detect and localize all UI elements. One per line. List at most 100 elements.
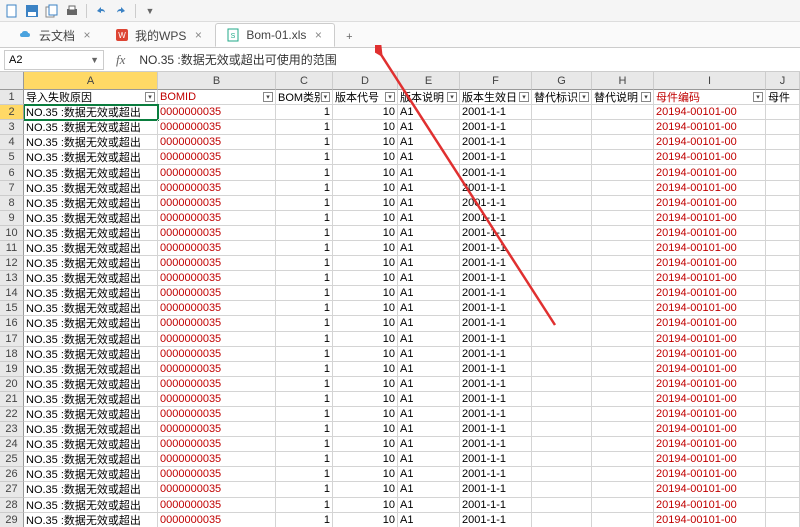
row-header[interactable]: 8 [0, 196, 24, 211]
filter-dropdown-icon[interactable]: ▾ [145, 92, 155, 102]
cell[interactable]: 1 [276, 452, 333, 467]
cell[interactable]: 0000000035 [158, 407, 276, 422]
cell[interactable]: 1 [276, 165, 333, 180]
cell[interactable]: 20194-00101-00 [654, 316, 766, 331]
cell[interactable]: 2001-1-1 [460, 271, 532, 286]
column-header-D[interactable]: D [333, 72, 398, 90]
cell[interactable]: 2001-1-1 [460, 181, 532, 196]
cell[interactable]: 20194-00101-00 [654, 467, 766, 482]
filter-dropdown-icon[interactable]: ▾ [579, 92, 589, 102]
cell[interactable]: A1 [398, 347, 460, 362]
cell[interactable] [532, 513, 592, 527]
cell[interactable]: 2001-1-1 [460, 135, 532, 150]
cell[interactable]: 10 [333, 120, 398, 135]
cell[interactable]: 0000000035 [158, 271, 276, 286]
formula-input[interactable]: NO.35 :数据无效或超出可使用的范围 [133, 51, 800, 68]
cell[interactable]: A1 [398, 286, 460, 301]
cell[interactable] [766, 332, 800, 347]
cell[interactable]: 2001-1-1 [460, 377, 532, 392]
cell[interactable]: 1 [276, 181, 333, 196]
cell[interactable]: NO.35 :数据无效或超出 [24, 271, 158, 286]
column-header-J[interactable]: J [766, 72, 800, 90]
cell[interactable] [766, 347, 800, 362]
cell[interactable]: 2001-1-1 [460, 226, 532, 241]
cell[interactable]: A1 [398, 120, 460, 135]
cell[interactable]: 20194-00101-00 [654, 452, 766, 467]
cell[interactable] [766, 362, 800, 377]
cell[interactable] [592, 467, 654, 482]
cell[interactable]: A1 [398, 377, 460, 392]
cell[interactable]: 1 [276, 482, 333, 497]
cell[interactable] [592, 181, 654, 196]
cell[interactable]: 10 [333, 498, 398, 513]
cell[interactable]: 10 [333, 241, 398, 256]
cell[interactable]: 10 [333, 301, 398, 316]
cell[interactable] [766, 165, 800, 180]
cell[interactable]: 0000000035 [158, 241, 276, 256]
cell[interactable]: A1 [398, 271, 460, 286]
cell[interactable]: 2001-1-1 [460, 165, 532, 180]
row-header[interactable]: 26 [0, 467, 24, 482]
cell[interactable]: 1 [276, 211, 333, 226]
cell[interactable]: 2001-1-1 [460, 407, 532, 422]
cell[interactable]: A1 [398, 105, 460, 120]
cell[interactable]: 1 [276, 120, 333, 135]
cell[interactable]: NO.35 :数据无效或超出 [24, 165, 158, 180]
cell[interactable]: 10 [333, 150, 398, 165]
dropdown-icon[interactable]: ▼ [142, 3, 158, 19]
cell[interactable] [592, 286, 654, 301]
cell[interactable]: 2001-1-1 [460, 211, 532, 226]
row-header[interactable]: 29 [0, 513, 24, 527]
cell[interactable]: 0000000035 [158, 196, 276, 211]
cell[interactable]: 0000000035 [158, 181, 276, 196]
cell[interactable] [532, 150, 592, 165]
cell[interactable]: NO.35 :数据无效或超出 [24, 181, 158, 196]
cell[interactable]: 10 [333, 196, 398, 211]
save-icon[interactable] [24, 3, 40, 19]
cell[interactable] [532, 422, 592, 437]
cell[interactable] [592, 347, 654, 362]
cell[interactable]: NO.35 :数据无效或超出 [24, 120, 158, 135]
cell[interactable] [766, 271, 800, 286]
cell[interactable]: 0000000035 [158, 286, 276, 301]
cell[interactable] [532, 347, 592, 362]
cell[interactable]: A1 [398, 452, 460, 467]
cell[interactable] [532, 437, 592, 452]
cell[interactable]: 10 [333, 332, 398, 347]
cell[interactable] [592, 135, 654, 150]
column-header-F[interactable]: F [460, 72, 532, 90]
cell[interactable] [592, 316, 654, 331]
cell[interactable] [532, 271, 592, 286]
cell[interactable] [532, 377, 592, 392]
cell[interactable]: 0000000035 [158, 452, 276, 467]
cell[interactable] [766, 392, 800, 407]
cell[interactable]: 10 [333, 422, 398, 437]
cell[interactable]: NO.35 :数据无效或超出 [24, 196, 158, 211]
cell[interactable]: NO.35 :数据无效或超出 [24, 105, 158, 120]
cell[interactable]: A1 [398, 407, 460, 422]
cell[interactable] [532, 467, 592, 482]
row-header[interactable]: 28 [0, 498, 24, 513]
cell[interactable]: A1 [398, 241, 460, 256]
cell[interactable]: 1 [276, 301, 333, 316]
cell[interactable] [592, 241, 654, 256]
cell[interactable]: 20194-00101-00 [654, 347, 766, 362]
cell[interactable]: 0000000035 [158, 226, 276, 241]
cell[interactable] [532, 286, 592, 301]
cell[interactable]: 0000000035 [158, 135, 276, 150]
cell[interactable]: A1 [398, 467, 460, 482]
cell[interactable]: A1 [398, 211, 460, 226]
cell[interactable]: 20194-00101-00 [654, 286, 766, 301]
cell[interactable] [532, 181, 592, 196]
cell[interactable]: 1 [276, 105, 333, 120]
cell[interactable]: 1 [276, 422, 333, 437]
cell[interactable] [532, 120, 592, 135]
cell[interactable]: 0000000035 [158, 498, 276, 513]
cell[interactable]: 0000000035 [158, 301, 276, 316]
cell[interactable]: A1 [398, 437, 460, 452]
cell[interactable] [592, 301, 654, 316]
cell[interactable]: 10 [333, 105, 398, 120]
cell[interactable]: 10 [333, 286, 398, 301]
close-icon[interactable]: × [192, 29, 204, 41]
close-icon[interactable]: × [312, 29, 324, 41]
